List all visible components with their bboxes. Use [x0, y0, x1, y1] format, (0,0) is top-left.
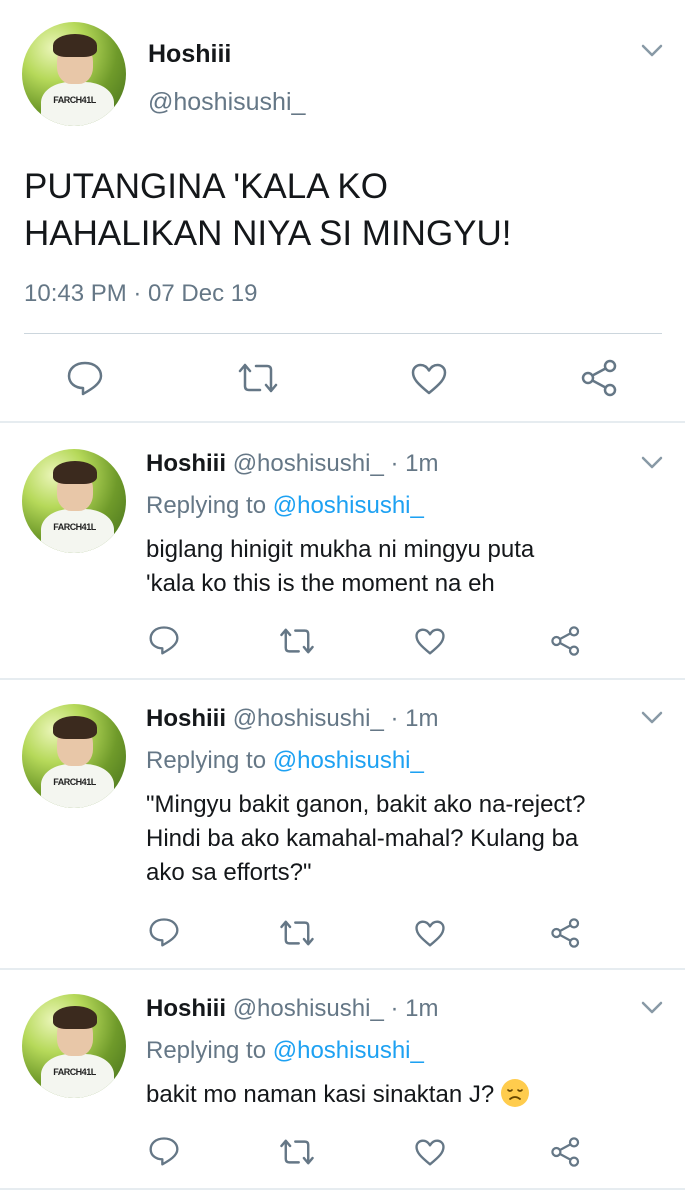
- author-name[interactable]: Hoshiii: [146, 995, 226, 1022]
- heart-icon[interactable]: [410, 362, 448, 396]
- reply-tweet: FARCH41L Hoshiii @hoshisushi_ · 1m Reply…: [0, 970, 685, 1190]
- author-handle[interactable]: @hoshisushi_: [148, 88, 305, 117]
- avatar-shirt-text: FARCH41L: [53, 521, 96, 532]
- timestamp[interactable]: 10:43 PM · 07 Dec 19: [24, 280, 257, 308]
- replying-to: Replying to @hoshisushi_: [146, 1037, 424, 1065]
- separator-dot: ·: [390, 705, 399, 732]
- retweet-icon[interactable]: [278, 1138, 316, 1166]
- share-icon[interactable]: [550, 1136, 582, 1168]
- mention-link[interactable]: @hoshisushi_: [273, 747, 424, 774]
- retweet-icon[interactable]: [278, 919, 316, 947]
- chevron-down-icon[interactable]: [641, 711, 663, 725]
- author-handle[interactable]: @hoshisushi_: [233, 450, 384, 477]
- tweet-text-line: PUTANGINA 'KALA KO: [24, 167, 388, 206]
- replying-to: Replying to @hoshisushi_: [146, 492, 424, 520]
- divider: [24, 333, 662, 334]
- tweet-text-line: biglang hinigit mukha ni mingyu puta: [146, 536, 535, 563]
- avatar[interactable]: FARCH41L: [22, 22, 126, 126]
- heart-icon[interactable]: [414, 919, 446, 948]
- tweet-header: Hoshiii @hoshisushi_ · 1m: [146, 450, 439, 478]
- author-name[interactable]: Hoshiii: [146, 450, 226, 477]
- tweet-text-line: "Mingyu bakit ganon, bakit ako na-reject…: [146, 791, 586, 818]
- replying-label: Replying to: [146, 492, 267, 519]
- tweet-text-line: HAHALIKAN NIYA SI MINGYU!: [24, 214, 512, 253]
- tweet-header: Hoshiii @hoshisushi_ · 1m: [146, 705, 439, 733]
- retweet-icon[interactable]: [236, 362, 280, 394]
- avatar-shirt-text: FARCH41L: [53, 1066, 96, 1077]
- tweet-text-line: 'kala ko this is the moment na eh: [146, 570, 495, 597]
- share-icon[interactable]: [550, 917, 582, 949]
- tweet-text: PUTANGINA 'KALA KO HAHALIKAN NIYA SI MIN…: [24, 163, 644, 257]
- reply-icon[interactable]: [148, 625, 180, 655]
- tweet-text-line: Hindi ba ako kamahal-mahal? Kulang ba: [146, 825, 579, 852]
- separator-dot: ·: [390, 995, 399, 1022]
- heart-icon[interactable]: [414, 1138, 446, 1167]
- mention-link[interactable]: @hoshisushi_: [273, 1037, 424, 1064]
- retweet-icon[interactable]: [278, 627, 316, 655]
- replying-to: Replying to @hoshisushi_: [146, 747, 424, 775]
- share-icon[interactable]: [580, 358, 620, 398]
- avatar[interactable]: FARCH41L: [22, 449, 126, 553]
- reply-tweet: FARCH41L Hoshiii @hoshisushi_ · 1m Reply…: [0, 680, 685, 970]
- author-handle[interactable]: @hoshisushi_: [233, 705, 384, 732]
- share-icon[interactable]: [550, 625, 582, 657]
- avatar[interactable]: FARCH41L: [22, 704, 126, 808]
- avatar[interactable]: FARCH41L: [22, 994, 126, 1098]
- avatar-shirt-text: FARCH41L: [53, 94, 96, 105]
- tweet-time[interactable]: 1m: [405, 450, 438, 477]
- tweet-time[interactable]: 1m: [405, 995, 438, 1022]
- chevron-down-icon[interactable]: [641, 44, 663, 58]
- tweet-text: bakit mo naman kasi sinaktan J?: [146, 1078, 666, 1112]
- reply-tweet: FARCH41L Hoshiii @hoshisushi_ · 1m Reply…: [0, 425, 685, 680]
- tweet-text-line: bakit mo naman kasi sinaktan J?: [146, 1081, 495, 1108]
- chevron-down-icon[interactable]: [641, 1001, 663, 1015]
- avatar-shirt-text: FARCH41L: [53, 776, 96, 787]
- reply-icon[interactable]: [66, 360, 104, 396]
- heart-icon[interactable]: [414, 627, 446, 656]
- main-tweet: FARCH41L Hoshiii @hoshisushi_ PUTANGINA …: [0, 0, 685, 423]
- author-name[interactable]: Hoshiii: [146, 705, 226, 732]
- tweet-text: biglang hinigit mukha ni mingyu puta 'ka…: [146, 533, 666, 601]
- replying-label: Replying to: [146, 1037, 267, 1064]
- reply-icon[interactable]: [148, 1136, 180, 1166]
- reply-icon[interactable]: [148, 917, 180, 947]
- tweet-text-line: ako sa efforts?": [146, 859, 312, 886]
- disappointed-face-icon: [500, 1079, 529, 1107]
- chevron-down-icon[interactable]: [641, 456, 663, 470]
- replying-label: Replying to: [146, 747, 267, 774]
- tweet-time[interactable]: 1m: [405, 705, 438, 732]
- mention-link[interactable]: @hoshisushi_: [273, 492, 424, 519]
- separator-dot: ·: [390, 450, 399, 477]
- tweet-header: Hoshiii @hoshisushi_ · 1m: [146, 995, 439, 1023]
- author-handle[interactable]: @hoshisushi_: [233, 995, 384, 1022]
- tweet-text: "Mingyu bakit ganon, bakit ako na-reject…: [146, 788, 666, 890]
- author-name[interactable]: Hoshiii: [148, 40, 231, 69]
